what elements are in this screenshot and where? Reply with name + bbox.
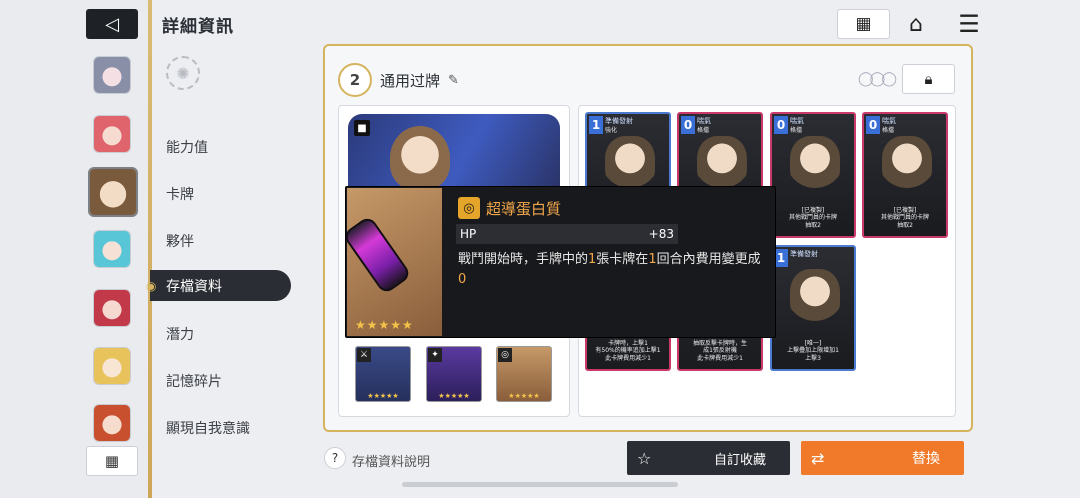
stat-value: +83 [648,227,674,241]
card-art [790,269,840,325]
character-avatar[interactable] [93,347,131,385]
nav-item-save-data[interactable]: ◉ 存檔資料 [146,270,291,301]
character-avatar[interactable] [93,230,131,268]
star-edit-icon: ☆ [637,448,652,468]
nav-item-potential[interactable]: 潛力 [166,324,194,344]
grid-view-button[interactable]: ▦ [86,446,138,476]
help-link[interactable]: 存檔資料說明 [352,451,430,470]
stars: ★★★★★ [508,392,540,400]
custom-collection-button[interactable]: ☆ 自訂收藏 [627,441,790,475]
card-cost: 0 [774,116,788,134]
grid-icon: ▦ [104,452,120,470]
character-avatar-selected[interactable] [88,167,138,217]
swap-icon: ⇄ [811,448,825,468]
card-art [790,136,840,192]
item-stat-row: HP +83 [456,224,678,244]
card-cost: 0 [866,116,880,134]
card-text: 卡牌時，上擊1 有50%的機率追加上擊1 此卡牌費用減少1 [595,339,661,363]
desc-text: 張卡牌在 [596,252,649,267]
rings-icon: ◯◯◯ [858,71,897,87]
lock-button[interactable]: 🔒︎ [902,64,955,94]
sword-icon: ⚔ [357,348,371,362]
deck-card[interactable]: 0 喘氣 格擋 [已複製] 其他戰鬥員的卡牌 抽取2 [770,112,856,238]
nav-item-cards[interactable]: 卡牌 [166,184,194,204]
deck-name-row: 2 通用过牌 ✎ [338,63,459,97]
stars: ★★★★★ [438,392,470,400]
nav-item-ego-manifest[interactable]: 顯現自我意識 [166,418,250,438]
replace-button[interactable]: ⇄ 替換 [801,441,964,475]
item-stars: ★★★★★ [355,318,414,332]
character-avatar[interactable] [93,404,131,442]
deck-card[interactable]: 1 準備發射 [唯一] 上擊疊加上限增加1 上擊3 [770,245,856,371]
nav-item-memory-fragments[interactable]: 記憶碎片 [166,371,222,391]
character-portrait [390,126,450,190]
back-icon: ◁ [105,13,119,35]
back-button[interactable]: ◁ [86,9,138,39]
creature-icon: ✦ [428,348,442,362]
desc-text: 回合內費用變更成 [656,252,761,267]
card-text: [已複製] 其他戰鬥員的卡牌 抽取2 [880,206,929,230]
nav-item-stats[interactable]: 能力值 [166,137,208,157]
equipment-slot-accessory[interactable]: ◎ ★★★★★ [496,346,552,402]
menu-icon: ☰ [958,10,980,38]
lock-icon: 🔒︎ [924,70,933,88]
desc-text: 戰鬥開始時，手牌中的 [458,252,589,267]
character-avatar[interactable] [93,115,131,153]
desc-highlight: 0 [458,272,467,287]
character-banner [348,114,560,192]
deck-card[interactable]: 0 喘氣 格擋 [已複製] 其他戰鬥員的卡牌 抽取2 [862,112,948,238]
lock-icon: ■ [354,120,370,136]
character-avatar[interactable] [93,289,131,327]
card-text: 抽取反擊卡牌時，生 成1張反射機 此卡牌費用減少1 [692,339,747,363]
card-art [882,136,932,192]
nav-item-partner[interactable]: 夥伴 [166,231,194,251]
character-avatar[interactable] [93,56,131,94]
scrollbar[interactable] [402,482,678,487]
button-label: 自訂收藏 [713,452,766,468]
home-icon: ⌂ [909,11,923,37]
ring-icon: ◎ [458,197,480,219]
emblem-icon: ✺ [166,56,200,90]
deck-number-badge: 2 [338,63,372,97]
ring-icon: ◎ [498,348,512,362]
gold-rail [148,0,152,498]
stars: ★★★★★ [367,392,399,400]
card-cost: 1 [774,249,788,267]
active-indicator-icon: ◉ [146,278,157,293]
card-text: [已複製] 其他戰鬥員的卡牌 抽取2 [788,206,837,230]
card-type: 強化 [605,127,618,134]
card-art [697,136,747,192]
item-description: 戰鬥開始時，手牌中的1張卡牌在1回合內費用變更成0 [458,250,768,290]
item-title: 超導蛋白質 [486,200,562,218]
card-cost: 0 [681,116,695,134]
button-label: 替換 [912,451,940,467]
help-icon[interactable]: ? [324,447,346,469]
id-card-icon: ▦ [855,14,872,34]
equipment-slot-partner[interactable]: ✦ ★★★★★ [426,346,482,402]
card-text: [唯一] 上擊疊加上限增加1 上擊3 [787,339,839,363]
edit-pencil-icon[interactable]: ✎ [448,73,459,88]
page-title: 詳細資訊 [162,17,234,37]
deck-name: 通用过牌 [380,71,441,90]
equipment-slot-weapon[interactable]: ⚔ ★★★★★ [355,346,411,402]
card-type: 格擋 [790,127,803,134]
home-button[interactable]: ⌂ [899,9,933,39]
profile-card-button[interactable]: ▦ [837,9,890,39]
card-type: 格擋 [882,127,895,134]
card-cost: 1 [589,116,603,134]
desc-highlight: 1 [648,252,657,267]
card-name: 準備發射 [790,250,818,258]
nav-item-label: 存檔資料 [166,278,222,295]
stat-label: HP [460,227,477,241]
menu-button[interactable]: ☰ [952,9,986,39]
card-type: 格擋 [697,127,710,134]
card-art [605,136,655,192]
